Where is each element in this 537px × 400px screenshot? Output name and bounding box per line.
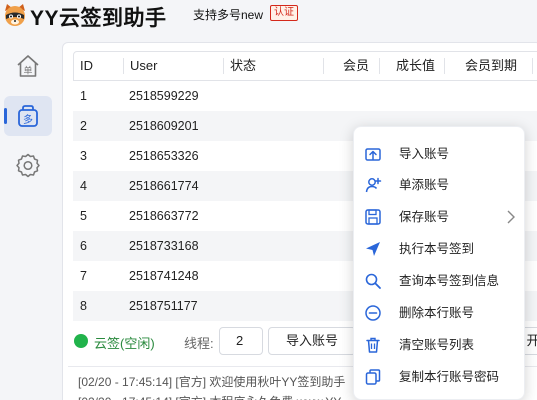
cell-user: 2518599229 (129, 89, 199, 103)
cell-user: 2518741248 (129, 269, 199, 283)
search-icon (365, 273, 381, 289)
cell-user: 2518733168 (129, 239, 199, 253)
app-title: YY云签到助手 (30, 7, 167, 30)
menu-item-label: 删除本行账号 (399, 306, 475, 320)
menu-item-import-accounts[interactable]: 导入账号 (354, 139, 526, 169)
thread-count-input[interactable]: 2 (219, 327, 263, 355)
menu-item-label: 清空账号列表 (399, 338, 475, 352)
cell-id: 4 (80, 179, 87, 193)
sidebar-item-settings[interactable] (4, 145, 52, 185)
multi-account-icon: 多 (18, 105, 38, 127)
status-indicator-dot (74, 334, 88, 348)
column-header-status[interactable]: 状态 (230, 52, 256, 80)
menu-item-label: 导入账号 (399, 147, 450, 161)
title-bar: YY云签到助手 支持多号new 认证 (0, 0, 537, 30)
remove-icon (365, 305, 381, 321)
table-header: ID User 状态 会员 成长值 会员到期 (73, 51, 537, 81)
menu-item-save-accounts[interactable]: 保存账号 (354, 202, 526, 232)
status-text: 云签(空闲) (94, 336, 155, 351)
svg-text:多: 多 (23, 113, 33, 126)
cell-id: 6 (80, 239, 87, 253)
menu-item-run-checkin[interactable]: 执行本号签到 (354, 234, 526, 264)
home-icon: 单 (17, 55, 39, 77)
column-header-vip-expiry[interactable]: 会员到期 (465, 52, 517, 80)
column-header-vip[interactable]: 会员 (343, 52, 369, 80)
menu-item-query-checkin[interactable]: 查询本号签到信息 (354, 266, 526, 296)
raccoon-logo-icon (5, 4, 25, 26)
cell-user: 2518653326 (129, 149, 199, 163)
menu-item-label: 保存账号 (399, 210, 450, 224)
context-menu: 导入账号 单添账号 保存账号 执行本号签到 查询本号签到信息 删除本行账号 清空… (353, 126, 525, 400)
cell-id: 3 (80, 149, 87, 163)
menu-item-label: 复制本行账号密码 (399, 370, 500, 384)
cell-id: 7 (80, 269, 87, 283)
column-header-user[interactable]: User (130, 52, 157, 80)
import-icon (365, 148, 381, 161)
verified-badge: 认证 (270, 5, 298, 21)
cell-user: 2518751177 (129, 299, 198, 313)
cell-id: 5 (80, 209, 87, 223)
sidebar: 单 多 (0, 30, 58, 400)
copy-icon (365, 369, 381, 385)
cell-id: 1 (80, 89, 87, 103)
thread-label: 线程: (184, 336, 214, 351)
trash-icon (366, 337, 380, 353)
add-user-icon (365, 177, 382, 193)
sidebar-item-multi[interactable]: 多 (4, 96, 52, 136)
table-row[interactable]: 1 2518599229 (73, 81, 537, 111)
import-accounts-button[interactable]: 导入账号 (268, 327, 356, 355)
cell-id: 2 (80, 119, 87, 133)
settings-icon (16, 153, 40, 178)
save-icon (365, 209, 381, 225)
send-icon (366, 242, 380, 256)
menu-item-label: 执行本号签到 (399, 242, 475, 256)
cell-user: 2518663772 (129, 209, 199, 223)
menu-item-copy-credentials[interactable]: 复制本行账号密码 (354, 362, 526, 392)
chevron-right-icon (507, 210, 515, 224)
menu-item-add-account[interactable]: 单添账号 (354, 170, 526, 200)
cell-user: 2518609201 (129, 119, 199, 133)
menu-item-clear-list[interactable]: 清空账号列表 (354, 330, 526, 360)
sidebar-item-single[interactable]: 单 (4, 46, 52, 86)
menu-item-label: 单添账号 (399, 178, 450, 192)
app-subtitle: 支持多号new (193, 8, 264, 22)
menu-item-label: 查询本号签到信息 (399, 274, 500, 288)
column-header-id[interactable]: ID (80, 52, 93, 80)
column-header-growth[interactable]: 成长值 (396, 52, 435, 80)
menu-item-delete-row[interactable]: 删除本行账号 (354, 298, 526, 328)
svg-text:单: 单 (23, 65, 32, 77)
cell-id: 8 (80, 299, 87, 313)
cell-user: 2518661774 (129, 179, 199, 193)
